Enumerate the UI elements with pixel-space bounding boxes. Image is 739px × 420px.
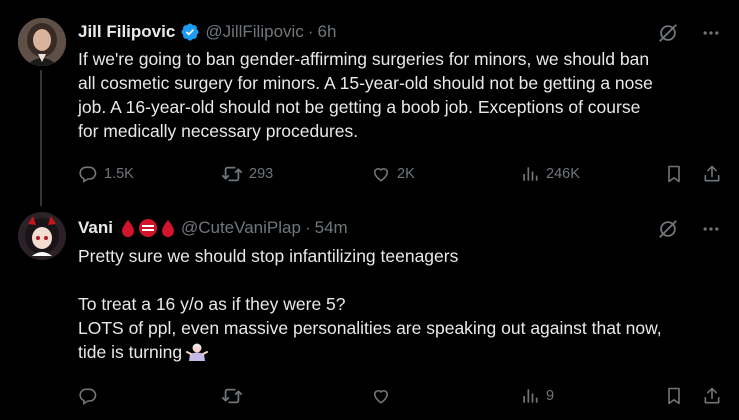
avatar-image [18,18,66,66]
share-button[interactable] [702,384,722,408]
tweet-text-line: for medically necessary procedures. [78,121,359,141]
tweet-text-line: If we're going to ban gender-affirming s… [78,49,650,69]
views-icon [523,167,538,181]
repost-button[interactable]: 293 [221,162,273,186]
thread-line [40,70,42,206]
views-button[interactable]: 246K [520,162,580,186]
author-name[interactable]: Vani [78,218,113,238]
like-button[interactable]: 2K [371,162,415,186]
avatar-image [18,212,66,260]
tweet-text-line: all cosmetic surgery for minors. A 15-ye… [78,73,653,93]
views-button[interactable]: 9 [520,384,554,408]
repost-icon [221,166,243,182]
share-icon [704,165,720,182]
like-icon [373,168,389,182]
shrug-emoji-icon [186,343,209,361]
reply-button[interactable] [78,384,98,408]
reply-button[interactable]: 1.5K [78,162,134,186]
separator-dot: · [304,218,311,237]
grok-icon[interactable] [657,22,679,49]
avatar[interactable] [18,212,66,260]
tweet-text-line: tide is turning [78,340,728,364]
blood-drop-icon [121,220,134,237]
header-actions [657,22,721,49]
share-button[interactable] [702,162,722,186]
verified-badge-icon [180,22,200,42]
repost-button[interactable] [221,384,243,408]
reply-count: 1.5K [104,166,134,182]
author-handle[interactable]: @CuteVaniPlap [181,218,301,238]
like-icon [373,390,389,404]
bookmark-button[interactable] [664,384,684,408]
views-count: 9 [546,388,555,404]
tweet-header: Vani @CuteVaniPlap · 54m [78,216,348,240]
tweet-text-segment: tide is turning [78,342,183,362]
no-entry-badge-icon [138,219,157,237]
blood-drop-icon [161,220,174,237]
tweet-text-line: LOTS of ppl, even massive personalities … [78,318,662,338]
share-icon [704,387,720,404]
tweet-vani[interactable]: Vani @CuteVaniPlap · 54m Pretty sure we … [0,200,739,420]
reply-icon [79,388,97,405]
more-icon[interactable] [701,219,721,244]
bookmark-button[interactable] [664,162,684,186]
tweet-text-line: To treat a 16 y/o as if they were 5? [78,294,346,314]
name-emojis [121,218,175,238]
tweet-text: If we're going to ban gender-affirming s… [78,47,728,143]
reply-icon [79,166,97,183]
views-count: 246K [546,166,580,182]
timestamp[interactable]: 6h [317,22,336,42]
header-actions [657,218,721,245]
tweet-text: Pretty sure we should stop infantilizing… [78,244,728,364]
author-handle[interactable]: @JillFilipovic [205,22,304,42]
author-name[interactable]: Jill Filipovic [78,22,175,42]
grok-icon[interactable] [657,218,679,245]
action-bar: 1.5K 293 2K 246K [78,162,725,186]
timestamp[interactable]: 54m [315,218,348,238]
tweet-header: Jill Filipovic @JillFilipovic · 6h [78,20,336,44]
more-icon[interactable] [701,23,721,48]
like-button[interactable] [371,384,391,408]
like-count: 2K [397,166,415,182]
views-icon [523,389,538,403]
action-bar: 9 [78,384,725,408]
avatar[interactable] [18,18,66,66]
tweet-text-line: Pretty sure we should stop infantilizing… [78,246,459,266]
bookmark-icon [668,387,680,405]
tweet-jill[interactable]: Jill Filipovic @JillFilipovic · 6h If we… [0,0,739,206]
repost-count: 293 [249,166,274,182]
tweet-text-line: job. A 16-year-old should not be getting… [78,97,641,117]
separator-dot: · [307,22,314,41]
bookmark-icon [668,165,680,183]
repost-icon [221,388,243,404]
